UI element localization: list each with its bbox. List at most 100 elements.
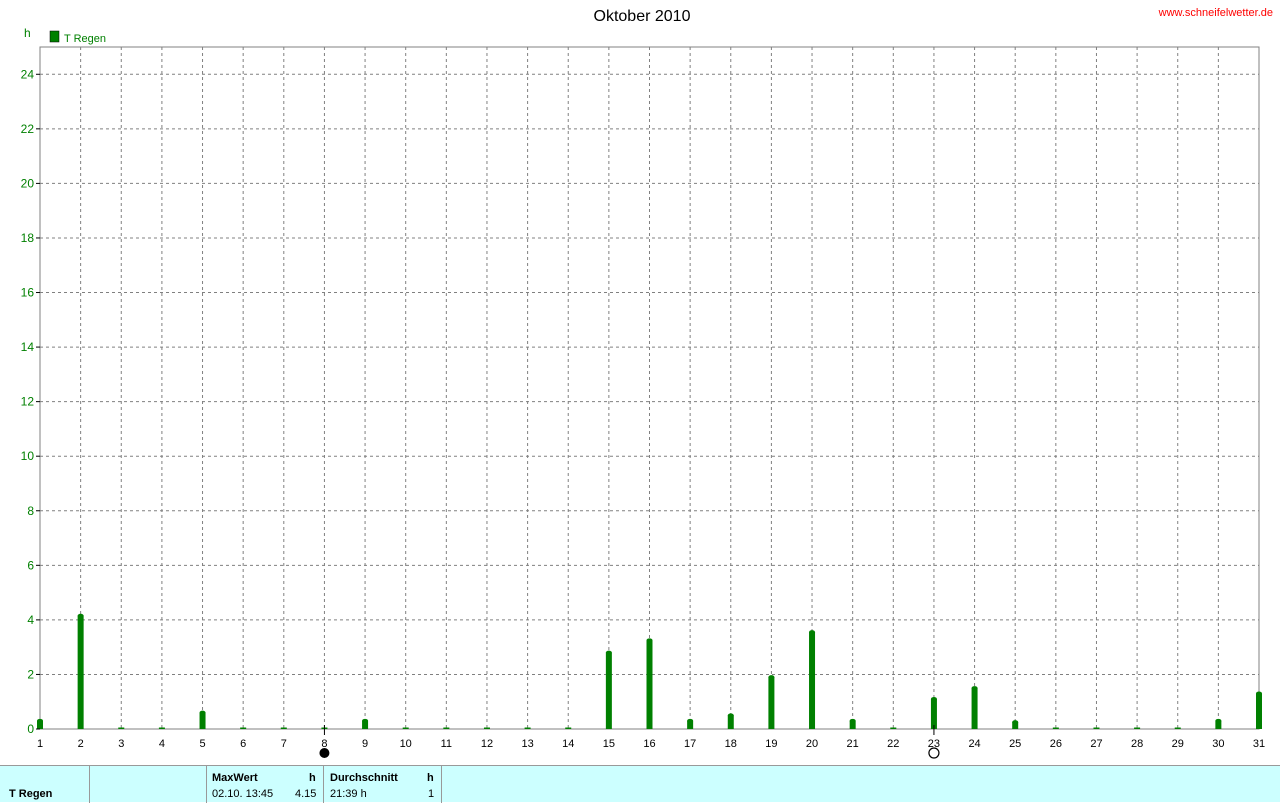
x-tick-label: 11 (441, 738, 452, 750)
y-tick-label: 2 (27, 667, 34, 681)
bar-cap (687, 718, 694, 723)
bar-cap (1012, 720, 1019, 725)
bar (605, 652, 612, 729)
y-tick-label: 22 (21, 122, 35, 136)
bar (1052, 727, 1059, 729)
stats-separator (206, 766, 207, 803)
bar (524, 727, 531, 729)
x-tick-label: 12 (481, 738, 493, 750)
bar-cap (930, 696, 937, 701)
bar (768, 677, 775, 729)
y-tick-labels: 024681012141618202224 (21, 67, 40, 736)
x-tick-label: 29 (1172, 738, 1184, 750)
stats-avg-count: 1 (428, 788, 435, 800)
x-tick-label: 5 (199, 738, 205, 750)
x-tick-label: 3 (118, 738, 124, 750)
chart: Oktober 2010 www.schneifelwetter.de h T … (21, 7, 1273, 759)
bar-cap (849, 718, 856, 723)
bar-cap (727, 713, 734, 718)
bar-cap (971, 686, 978, 691)
bar-cap (37, 718, 43, 723)
y-tick-label: 12 (21, 395, 35, 409)
stats-max-unit: h (309, 772, 316, 784)
bar (483, 727, 490, 729)
x-tick-label: 13 (521, 738, 533, 750)
bar-cap (1256, 691, 1262, 696)
legend-swatch (49, 30, 60, 43)
bar-cap (77, 613, 84, 618)
new-moon-icon (319, 748, 330, 758)
bar (930, 698, 937, 729)
x-tick-label: 6 (240, 738, 246, 750)
x-tick-label: 17 (684, 738, 696, 750)
stats-series-label: T Regen (9, 788, 53, 800)
y-tick-label: 18 (21, 231, 35, 245)
bar (158, 727, 165, 729)
bar (280, 727, 287, 729)
x-tick-label: 15 (603, 738, 615, 750)
stats-max-value: 4.15 (295, 788, 317, 800)
stats-max-date: 02.10. 13:45 (212, 788, 274, 800)
stats-bar: T Regen MaxWert h 02.10. 13:45 4.15 Durc… (0, 765, 1280, 803)
y-tick-label: 6 (27, 558, 34, 572)
x-tick-label: 20 (806, 738, 818, 750)
bar (1093, 727, 1100, 729)
stats-avg-value: 21:39 h (330, 788, 367, 800)
x-tick-label: 10 (400, 738, 412, 750)
bar (443, 727, 450, 729)
y-tick-label: 0 (27, 722, 34, 736)
x-tick-label: 14 (562, 738, 574, 750)
bar-cap (1215, 718, 1222, 723)
stats-separator (323, 766, 324, 803)
x-tick-label: 28 (1131, 738, 1143, 750)
bar (199, 712, 206, 729)
bar (809, 632, 816, 729)
y-tick-label: 10 (21, 449, 35, 463)
y-tick-label: 14 (21, 340, 35, 354)
full-moon-icon (928, 747, 940, 759)
x-tick-label: 25 (1009, 738, 1021, 750)
stats-avg-unit: h (427, 772, 434, 784)
x-tick-label: 7 (281, 738, 287, 750)
x-tick-label: 27 (1090, 738, 1102, 750)
x-tick-label: 24 (968, 738, 980, 750)
x-tick-label: 31 (1253, 738, 1265, 750)
y-axis-unit-label: h (24, 26, 31, 40)
bar-cap (362, 718, 369, 723)
bar-cap (809, 630, 816, 635)
stats-separator (441, 766, 442, 803)
bar (565, 727, 572, 729)
stats-max-header: MaxWert (212, 772, 258, 784)
x-tick-label: 21 (847, 738, 859, 750)
x-tick-label: 1 (37, 738, 43, 750)
grid-lines (40, 47, 1259, 729)
bar-cap (605, 650, 612, 655)
bar (77, 615, 84, 729)
stats-separator (89, 766, 90, 803)
x-tick-label: 4 (159, 738, 165, 750)
x-tick-label: 2 (78, 738, 84, 750)
bar (1134, 727, 1141, 729)
chart-title: Oktober 2010 (594, 8, 691, 25)
x-tick-label: 18 (725, 738, 737, 750)
bar (727, 715, 734, 729)
x-tick-label: 9 (362, 738, 368, 750)
x-tick-label: 16 (643, 738, 655, 750)
x-tick-label: 22 (887, 738, 899, 750)
bar-cap (646, 638, 653, 643)
bar (646, 640, 653, 729)
x-tick-label: 19 (765, 738, 777, 750)
y-tick-label: 4 (27, 613, 34, 627)
bar (971, 688, 978, 729)
bar (240, 727, 247, 729)
x-tick-label: 26 (1050, 738, 1062, 750)
y-tick-label: 16 (21, 286, 35, 300)
bar (402, 727, 409, 729)
stats-avg-header: Durchschnitt (330, 772, 398, 784)
bar (1174, 727, 1181, 729)
bar-cap (768, 675, 775, 680)
x-tick-label: 30 (1212, 738, 1224, 750)
bar (1256, 693, 1262, 729)
x-tick-labels: 1 2 3 4 5 6 7 8 9 10 11 12 13 14 15 16 17 18 19 20 21 22 23 24 2… (37, 738, 1265, 750)
site-link[interactable]: www.schneifelwetter.de (1158, 7, 1273, 19)
